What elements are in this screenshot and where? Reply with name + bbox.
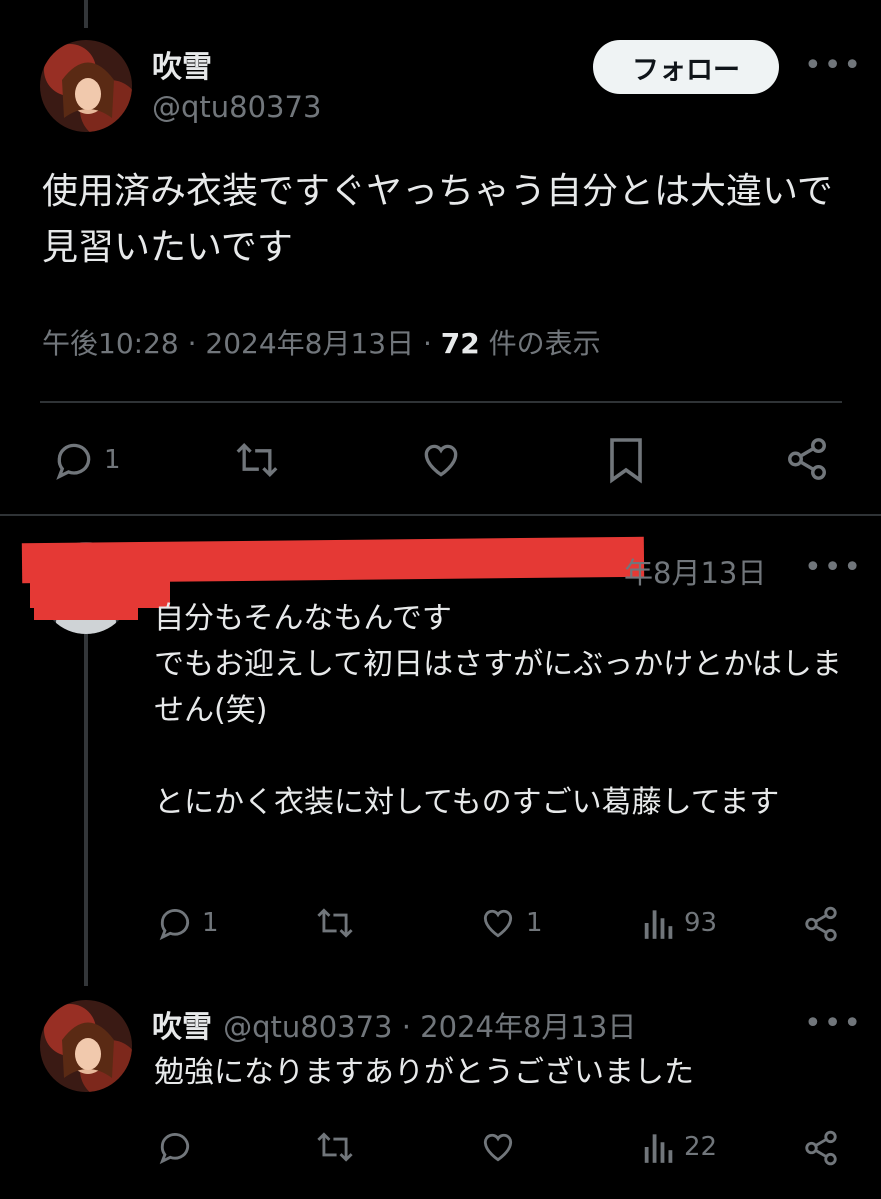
reply1-repost-button[interactable] [314,904,356,942]
reply2-date[interactable]: · 2024年8月13日 [393,1010,637,1044]
reply2-author-handle[interactable]: @qtu80373 [223,1010,392,1044]
analytics-icon [644,910,673,939]
reply1-share-button[interactable] [802,904,840,944]
repost-button[interactable] [232,438,282,482]
share-icon [805,906,837,942]
reply1-more-icon[interactable]: ••• [804,550,863,585]
thread-line-reply [84,630,88,986]
repost-icon [317,1132,353,1162]
bookmark-button[interactable] [606,436,646,484]
share-icon [788,438,826,480]
post-meta: 午後10:28 · 2024年8月13日 · 72 件の表示 [42,322,601,362]
author-handle[interactable]: @qtu80373 [152,90,321,124]
author-name[interactable]: 吹雪 [152,42,212,86]
avatar-image [40,1000,132,1092]
reply2-header: 吹雪 @qtu80373 · 2024年8月13日 [152,1002,636,1046]
redaction-bar [34,596,138,620]
post-text: 使用済み衣装ですぐヤっちゃう自分とは大違いで見習いたいです [42,171,833,268]
follow-button[interactable]: フォロー [593,40,779,94]
reply-button[interactable]: 1 [52,438,121,482]
reply-icon [159,909,190,941]
like-button[interactable] [418,438,464,482]
reply2-text: 勉強になりますありがとうございました [154,1055,694,1090]
heart-icon [483,909,513,938]
reply1-date[interactable]: 年8月13日 [624,550,766,592]
reply1-text: 自分もそんなもんです でもお迎えして初日はさすがにぶっかけとかはしません(笑) … [154,601,842,820]
reply2-avatar[interactable] [40,1000,132,1092]
avatar[interactable] [40,40,132,132]
reply2-more-icon[interactable]: ••• [804,1006,863,1041]
views-count: 72 [440,327,480,360]
heart-icon [424,444,458,477]
reply1-like-button[interactable]: 1 [478,904,543,942]
reply-icon [56,443,91,480]
views-label: 件の表示 [479,327,601,360]
reply2-share-button[interactable] [802,1128,840,1168]
analytics-icon [644,1134,673,1163]
bookmark-icon [610,438,642,484]
reply-count: 1 [104,445,121,475]
avatar-image [40,40,132,132]
thread-line-top [84,0,88,28]
reply1-reply-count: 1 [202,908,219,938]
repost-icon [317,908,353,938]
reply2-view-count: 22 [684,1132,718,1162]
reply1-view-count: 93 [684,908,718,938]
share-button[interactable] [784,436,830,482]
section-divider [0,514,881,516]
reply1-views-button[interactable]: 93 [642,904,717,942]
divider [40,401,842,403]
reply1-reply-button[interactable]: 1 [156,904,219,942]
post-timestamp[interactable]: 午後10:28 · 2024年8月13日 · [42,327,441,360]
more-options-icon[interactable]: ••• [804,48,863,83]
redaction-bar [21,536,645,584]
heart-icon [483,1133,513,1162]
reply2-like-button[interactable] [478,1128,518,1166]
share-icon [805,1130,837,1166]
reply2-repost-button[interactable] [314,1128,356,1166]
reply2-views-button[interactable]: 22 [642,1128,717,1166]
reply1-like-count: 1 [526,908,543,938]
reply2-author-name[interactable]: 吹雪 [152,1010,212,1045]
reply-icon [159,1133,190,1165]
repost-icon [236,442,278,478]
reply2-reply-button[interactable] [156,1128,194,1166]
